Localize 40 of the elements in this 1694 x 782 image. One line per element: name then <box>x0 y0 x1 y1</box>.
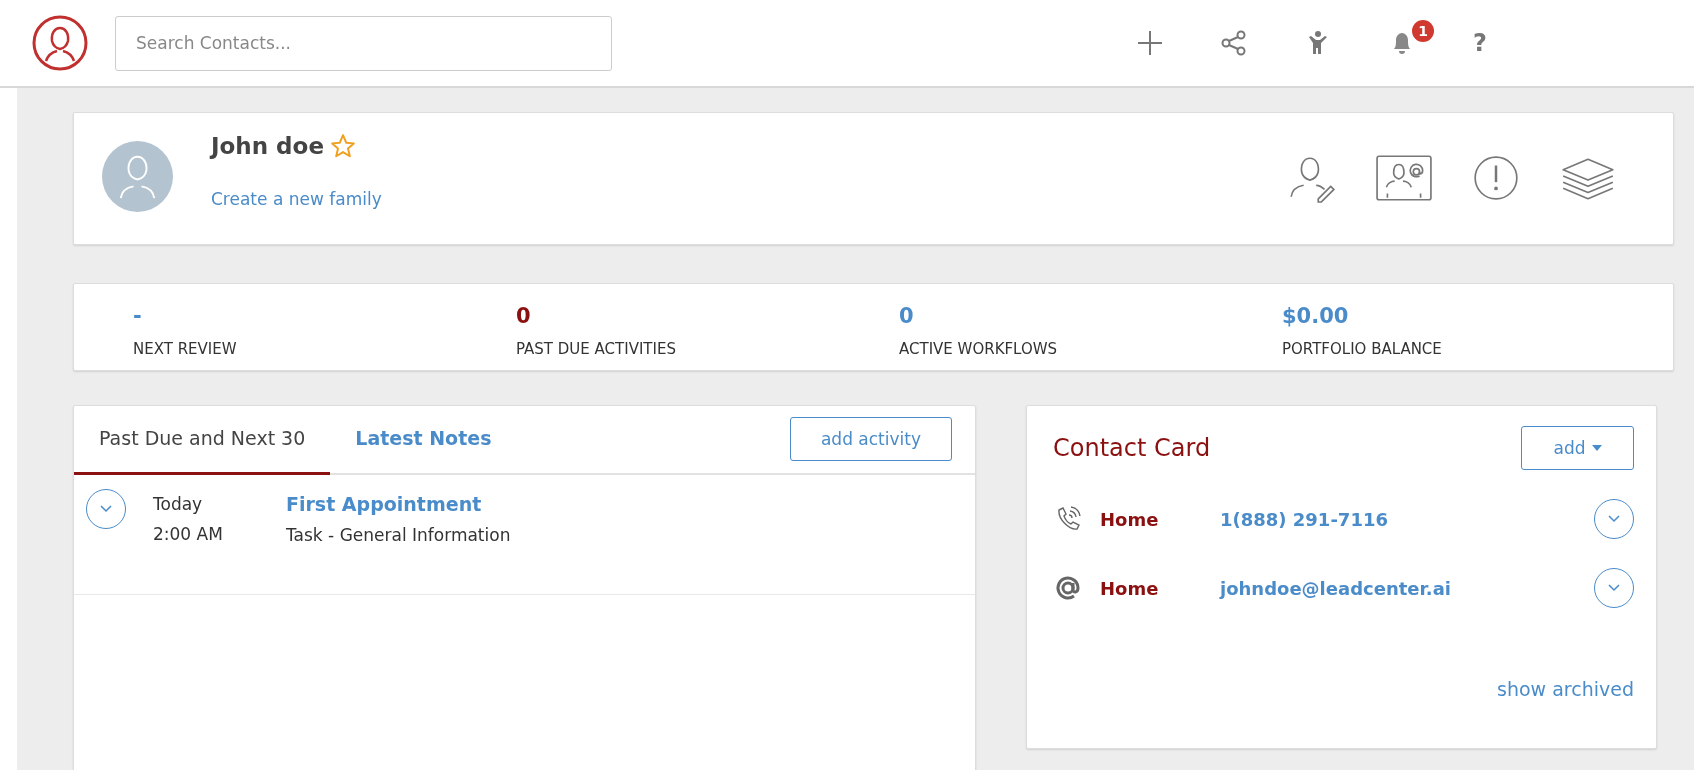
stat-label: ACTIVE WORKFLOWS <box>899 340 1059 358</box>
logo-icon[interactable] <box>32 15 88 71</box>
stat-value: $0.00 <box>1282 304 1350 328</box>
chevron-down-icon <box>1608 584 1620 592</box>
entry-value[interactable]: 1(888) 291-7116 <box>1220 508 1388 530</box>
activity-day: Today <box>153 489 286 519</box>
contact-card-icon[interactable] <box>1375 153 1433 203</box>
stat-value: 0 <box>899 304 915 328</box>
chevron-down-icon <box>1608 515 1620 523</box>
stat-value: 0 <box>516 304 532 328</box>
add-activity-button[interactable]: add activity <box>790 417 952 461</box>
activity-type: Task - General Information <box>286 524 511 547</box>
add-dropdown-button[interactable]: add <box>1521 426 1634 470</box>
caret-icon <box>1591 445 1602 451</box>
entry-label: Home <box>1100 508 1160 530</box>
contact-name: John doe <box>211 133 324 159</box>
entry-label: Home <box>1100 577 1160 599</box>
help-button[interactable]: ? <box>1473 29 1487 57</box>
activity-title[interactable]: First Appointment <box>286 493 482 515</box>
stat-value: - <box>133 304 143 328</box>
stat-label: NEXT REVIEW <box>133 340 238 358</box>
entry-value[interactable]: johndoe@leadcenter.ai <box>1220 577 1451 599</box>
expand-button[interactable] <box>86 489 126 529</box>
star-icon[interactable] <box>330 133 356 159</box>
activity-time: 2:00 AM <box>153 523 224 546</box>
stat-label: PAST DUE ACTIVITIES <box>516 340 677 358</box>
avatar-icon <box>102 141 173 212</box>
expand-button[interactable] <box>1594 568 1634 608</box>
create-family-link[interactable]: Create a new family <box>211 189 382 209</box>
notification-badge: 1 <box>1412 20 1434 42</box>
search-field[interactable]: Search Contacts... <box>115 15 612 71</box>
expand-button[interactable] <box>1594 499 1634 539</box>
tab[interactable]: Latest Notes <box>330 406 517 475</box>
show-archived-link[interactable]: show archived <box>1497 678 1634 700</box>
stat-label: PORTFOLIO BALANCE <box>1282 340 1443 358</box>
plus-icon[interactable] <box>1137 30 1163 56</box>
chevron-down-icon <box>100 505 112 513</box>
share-icon[interactable] <box>1221 30 1247 56</box>
tab[interactable]: Past Due and Next 30 <box>74 406 331 475</box>
card-title: Contact Card <box>1053 434 1211 462</box>
